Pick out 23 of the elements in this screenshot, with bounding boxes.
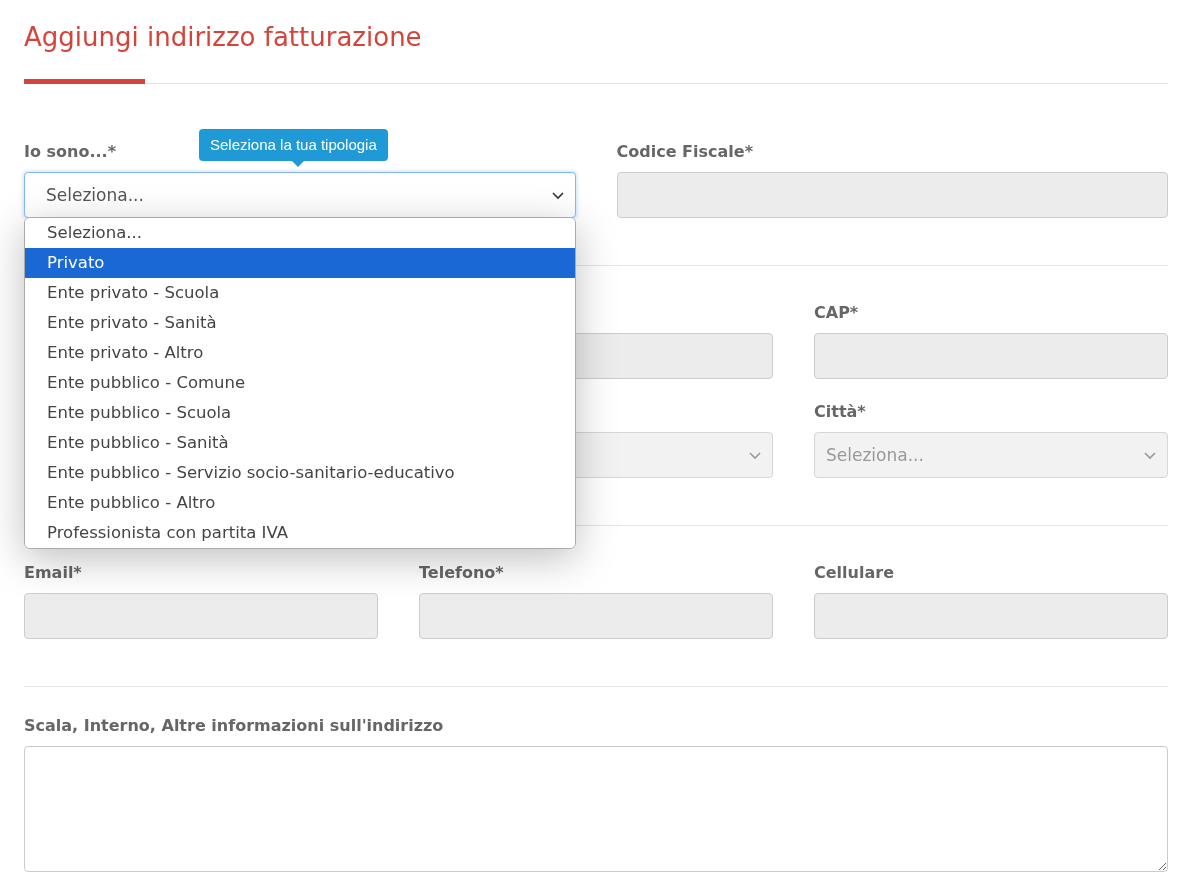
dropdown-option[interactable]: Ente pubblico - Sanità (25, 428, 575, 458)
dropdown-option[interactable]: Professionista con partita IVA (25, 518, 575, 548)
page-title: Aggiungi indirizzo fatturazione (24, 21, 423, 54)
field-label: Codice Fiscale* (616, 141, 753, 162)
textarea-field[interactable] (24, 746, 1168, 872)
dropdown-option[interactable]: Ente pubblico - Scuola (25, 398, 575, 428)
field-label: Telefono* (419, 562, 504, 583)
dropdown-option[interactable]: Ente pubblico - Altro (25, 488, 575, 518)
dropdown-option[interactable]: Ente pubblico - Servizio socio-sanitario-educativo (25, 458, 575, 488)
dropdown-option[interactable]: Ente privato - Altro (25, 338, 575, 368)
field-label: Città* (814, 401, 866, 422)
field-label: Cellulare (814, 562, 894, 583)
select-field[interactable]: Seleziona... (24, 172, 576, 218)
field-label: Email* (24, 562, 82, 583)
tooltip: Seleziona la tua tipologia (199, 129, 388, 161)
dropdown-option[interactable]: Ente pubblico - Comune (25, 368, 575, 398)
dropdown-option[interactable]: Ente privato - Scuola (25, 278, 575, 308)
dropdown-option[interactable]: Ente privato - Sanità (25, 308, 575, 338)
dropdown-option[interactable]: Seleziona... (25, 218, 575, 248)
dropdown-option[interactable]: Privato (25, 248, 575, 278)
field-label: CAP* (814, 302, 859, 323)
field-label: Io sono...* (24, 141, 116, 162)
field-label: Scala, Interno, Altre informazioni sull'indirizzo (24, 715, 444, 736)
